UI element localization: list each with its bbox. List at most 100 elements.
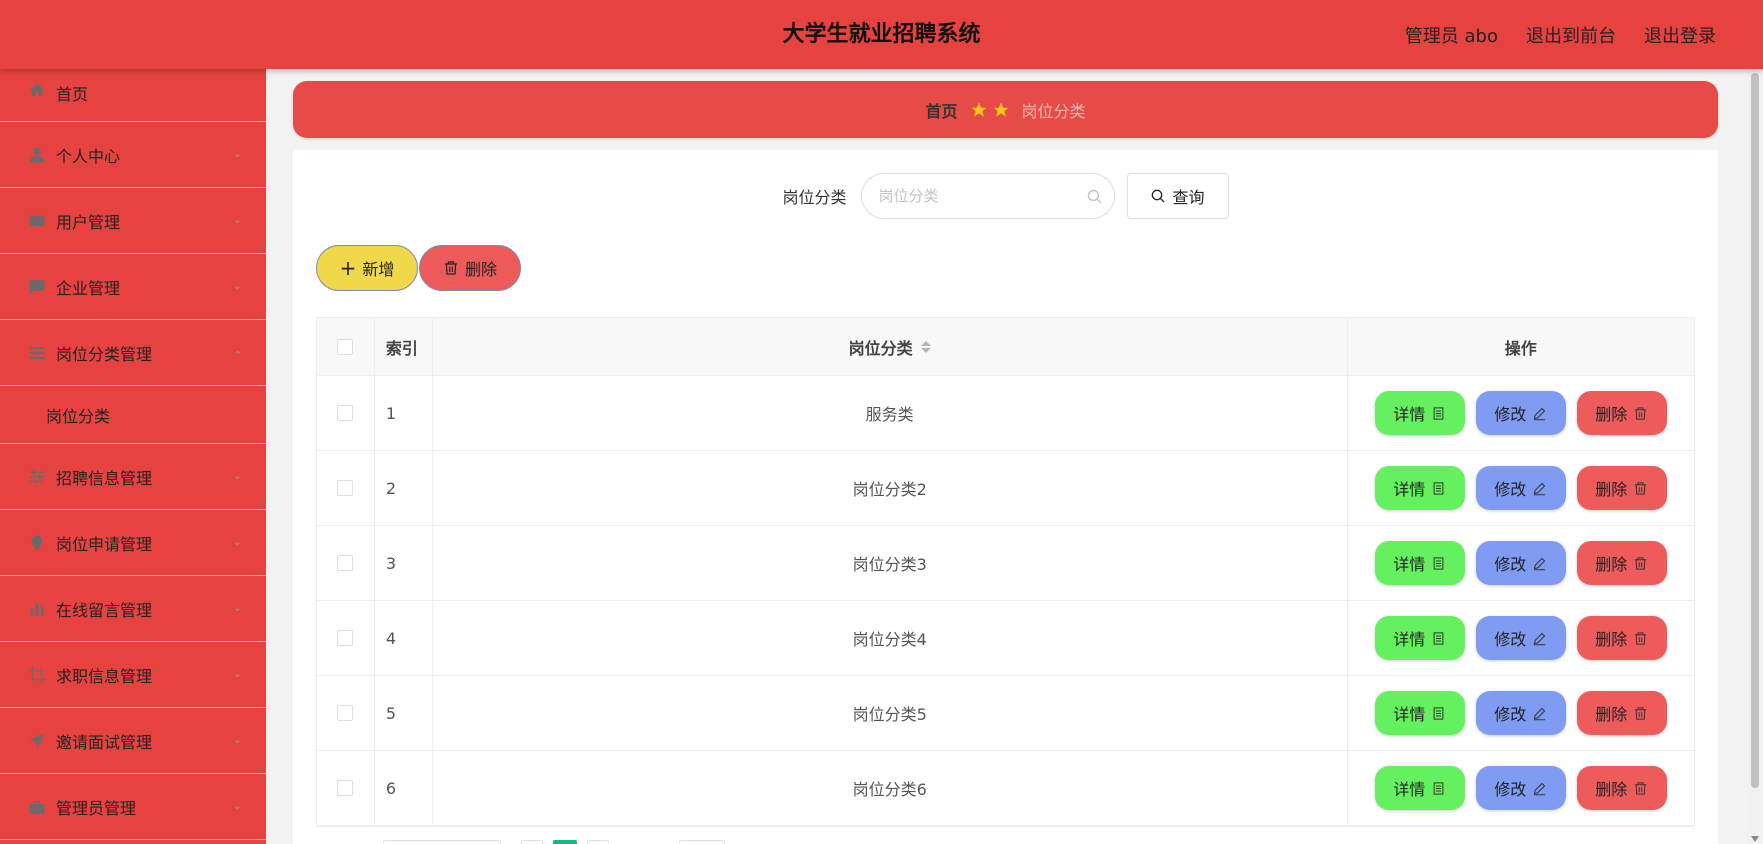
next-page-button[interactable] xyxy=(587,840,609,844)
scrollbar-thumb[interactable] xyxy=(1751,73,1759,788)
sidebar-item-recruit-info-management[interactable]: 招聘信息管理 ⌄ xyxy=(0,444,266,510)
scroll-down-arrow[interactable] xyxy=(1751,836,1759,842)
table-row: 2 岗位分类2 详情 修改 删除 xyxy=(317,451,1694,526)
table-row: 1 服务类 详情 修改 删除 xyxy=(317,376,1694,451)
detail-button[interactable]: 详情 xyxy=(1374,691,1465,735)
row-name: 服务类 xyxy=(433,376,1348,450)
sidebar-item-home[interactable]: 首页 xyxy=(0,69,266,122)
edit-button[interactable]: 修改 xyxy=(1475,541,1566,585)
sidebar-item-admin-management[interactable]: 管理员管理 ⌄ xyxy=(0,774,266,840)
page-size-select[interactable] xyxy=(383,840,501,844)
row-index: 1 xyxy=(375,376,433,450)
search-input[interactable] xyxy=(861,174,1114,218)
delete-button[interactable]: 删除 xyxy=(1576,616,1667,660)
sidebar-item-user-management[interactable]: 用户管理 ⌄ xyxy=(0,188,266,254)
detail-button-label: 详情 xyxy=(1393,630,1426,649)
table-row: 4 岗位分类4 详情 修改 删除 xyxy=(317,601,1694,676)
batch-delete-button[interactable]: 删除 xyxy=(419,245,521,291)
delete-button[interactable]: 删除 xyxy=(1576,766,1667,810)
header-index: 索引 xyxy=(375,318,433,375)
sidebar-item-company-management[interactable]: 企业管理 ⌄ xyxy=(0,254,266,320)
document-icon xyxy=(1433,406,1444,420)
row-name: 岗位分类4 xyxy=(433,601,1348,675)
chevron-down-icon: ⌄ xyxy=(232,146,242,160)
row-check-cell xyxy=(317,601,375,675)
row-checkbox[interactable] xyxy=(337,555,354,571)
edit-button[interactable]: 修改 xyxy=(1475,766,1566,810)
row-name: 岗位分类3 xyxy=(433,526,1348,600)
row-checkbox[interactable] xyxy=(337,630,354,646)
delete-button[interactable]: 删除 xyxy=(1576,391,1667,435)
content-panel: 岗位分类 查询 + 新增 删除 索引 岗位分类 操作 1服务 xyxy=(293,150,1718,844)
row-checkbox[interactable] xyxy=(337,780,354,796)
chevron-down-icon: ⌄ xyxy=(232,666,242,680)
edit-button[interactable]: 修改 xyxy=(1475,466,1566,510)
search-icon xyxy=(1087,189,1101,204)
add-button[interactable]: + 新增 xyxy=(316,245,418,291)
chevron-up-icon: ⌄ xyxy=(232,347,242,361)
sidebar-subitem-job-category[interactable]: 岗位分类 xyxy=(0,386,266,444)
sidebar-item-label: 岗位分类管理 xyxy=(56,344,153,364)
delete-button-label: 删除 xyxy=(1595,555,1628,574)
detail-button[interactable]: 详情 xyxy=(1374,766,1465,810)
page-scrollbar[interactable] xyxy=(1747,69,1763,844)
sidebar-item-jobseeker-info-management[interactable]: 求职信息管理 ⌄ xyxy=(0,642,266,708)
document-icon xyxy=(1433,631,1444,645)
delete-button-label: 删除 xyxy=(1595,480,1628,499)
row-index: 4 xyxy=(375,601,433,675)
row-actions: 详情 修改 删除 xyxy=(1348,601,1694,675)
detail-button[interactable]: 详情 xyxy=(1374,616,1465,660)
sliders-icon xyxy=(28,468,46,486)
delete-button[interactable]: 删除 xyxy=(1576,691,1667,735)
breadcrumb-home[interactable]: 首页 xyxy=(925,98,957,122)
page-number-active[interactable] xyxy=(553,840,577,844)
page-jump-input[interactable] xyxy=(679,840,725,844)
batch-delete-button-label: 删除 xyxy=(464,260,497,279)
sidebar-item-label: 个人中心 xyxy=(56,146,121,166)
prev-page-button[interactable] xyxy=(521,840,543,844)
detail-button-label: 详情 xyxy=(1393,480,1426,499)
sidebar-item-personal-center[interactable]: 个人中心 ⌄ xyxy=(0,122,266,188)
trash-icon xyxy=(444,261,457,275)
edit-icon xyxy=(1534,407,1546,420)
row-index: 2 xyxy=(375,451,433,525)
exit-to-front-link[interactable]: 退出到前台 xyxy=(1526,22,1616,48)
edit-button[interactable]: 修改 xyxy=(1475,616,1566,660)
delete-button[interactable]: 删除 xyxy=(1576,541,1667,585)
delete-button[interactable]: 删除 xyxy=(1576,466,1667,510)
row-checkbox[interactable] xyxy=(337,705,354,721)
detail-button[interactable]: 详情 xyxy=(1374,391,1465,435)
detail-button[interactable]: 详情 xyxy=(1374,466,1465,510)
sidebar-item-label: 企业管理 xyxy=(56,278,121,298)
logout-link[interactable]: 退出登录 xyxy=(1644,22,1716,48)
sidebar-item-job-application-management[interactable]: 岗位申请管理 ⌄ xyxy=(0,510,266,576)
row-name: 岗位分类2 xyxy=(433,451,1348,525)
edit-icon xyxy=(1534,782,1546,795)
search-icon xyxy=(1152,189,1165,203)
header-name-cell[interactable]: 岗位分类 xyxy=(433,318,1348,375)
detail-button[interactable]: 详情 xyxy=(1374,541,1465,585)
job-category-table: 索引 岗位分类 操作 1 服务类 详情 修改 删除 2 岗位分类2 详情 修改 删除 3 岗位分类3 详… xyxy=(316,317,1695,827)
chevron-down-icon: ⌄ xyxy=(232,798,242,812)
sidebar-item-message-management[interactable]: 在线留言管理 ⌄ xyxy=(0,576,266,642)
star-icon xyxy=(971,102,986,117)
breadcrumb-separator xyxy=(970,101,1010,119)
select-all-checkbox[interactable] xyxy=(337,338,354,355)
edit-button[interactable]: 修改 xyxy=(1475,691,1566,735)
sort-icon[interactable] xyxy=(920,340,931,353)
edit-button[interactable]: 修改 xyxy=(1475,391,1566,435)
user-icon xyxy=(28,146,46,164)
row-index: 6 xyxy=(375,751,433,825)
query-button[interactable]: 查询 xyxy=(1126,173,1229,219)
header-nav: 管理员 abo 退出到前台 退出登录 xyxy=(1405,0,1716,69)
delete-button-label: 删除 xyxy=(1595,630,1628,649)
sidebar-item-job-category-management[interactable]: 岗位分类管理 ⌄ xyxy=(0,320,266,386)
edit-button-label: 修改 xyxy=(1494,780,1527,799)
row-checkbox[interactable] xyxy=(337,405,354,421)
edit-button-label: 修改 xyxy=(1494,555,1527,574)
sidebar-item-interview-invite-management[interactable]: 邀请面试管理 ⌄ xyxy=(0,708,266,774)
row-index: 3 xyxy=(375,526,433,600)
search-label: 岗位分类 xyxy=(782,188,847,207)
chevron-down-icon: ⌄ xyxy=(232,212,242,226)
row-checkbox[interactable] xyxy=(337,480,354,496)
